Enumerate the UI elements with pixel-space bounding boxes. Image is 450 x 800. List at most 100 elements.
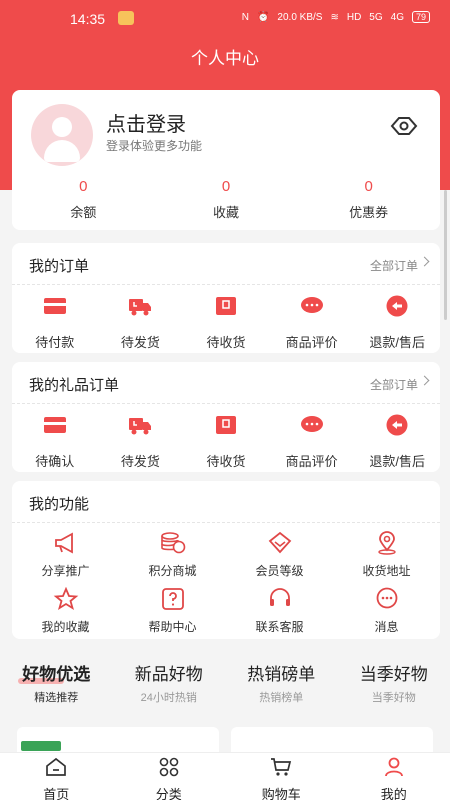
megaphone-icon: [54, 532, 73, 554]
tab-seasonal[interactable]: 当季好物 当季好物: [338, 660, 450, 710]
func-label: 积分商城: [148, 564, 197, 578]
nav-mine[interactable]: 我的: [338, 753, 450, 800]
func-messages[interactable]: 消息: [333, 587, 440, 635]
stat-value: 0: [221, 178, 231, 195]
gift-orders-header: 我的礼品订单 全部订单: [12, 362, 440, 404]
nav-home[interactable]: 首页: [0, 753, 113, 800]
gift-order-pending-shipment[interactable]: 待发货: [98, 414, 184, 470]
grid-icon: [159, 757, 179, 777]
coins-icon: [160, 532, 185, 554]
chat-bubble-icon: [300, 297, 323, 313]
order-pending-receipt[interactable]: 待收货: [183, 295, 269, 351]
stat-balance[interactable]: 0 余额: [12, 178, 155, 221]
page-title: 个人中心: [191, 49, 259, 68]
chat-bubble-icon: [300, 416, 323, 432]
gift-order-review[interactable]: 商品评价: [269, 414, 355, 470]
return-icon: [386, 414, 408, 436]
stat-label: 优惠券: [349, 205, 389, 220]
diamond-icon: [268, 531, 291, 554]
my-functions-card: 我的功能 分享推广 积分商城 会员等级 收货地址 我的收藏 帮助中心 联系客服 …: [12, 481, 440, 639]
functions-header: 我的功能: [12, 481, 440, 523]
stat-value: 0: [79, 178, 88, 195]
tab-title: 热销磅单: [247, 665, 316, 684]
order-pending-payment[interactable]: 待付款: [12, 295, 98, 351]
bottom-nav: 首页 分类 购物车 我的: [0, 752, 450, 800]
gift-order-pending-confirm[interactable]: 待确认: [12, 414, 98, 470]
all-gift-orders-link[interactable]: 全部订单: [370, 376, 418, 393]
tab-subtitle: 精选推荐: [34, 692, 79, 704]
signal-4g: 4G: [390, 11, 404, 23]
func-shipping-address[interactable]: 收货地址: [333, 531, 440, 579]
gift-order-refund[interactable]: 退款/售后: [354, 414, 440, 470]
user-icon: [384, 757, 403, 777]
order-refund[interactable]: 退款/售后: [354, 295, 440, 351]
func-points-mall[interactable]: 积分商城: [119, 531, 226, 579]
order-item-label: 待收货: [206, 335, 246, 350]
star-icon: [53, 586, 78, 610]
stat-favorites[interactable]: 0 收藏: [155, 178, 298, 221]
section-title: 我的订单: [29, 258, 90, 275]
scrollbar[interactable]: [444, 190, 447, 320]
wifi-icon: ≋: [330, 11, 339, 23]
tab-subtitle: 24小时热销: [140, 692, 197, 704]
func-share-promote[interactable]: 分享推广: [12, 531, 119, 579]
eye-icon[interactable]: [390, 116, 418, 136]
tab-title: 好物优选: [22, 665, 91, 684]
stat-label: 余额: [70, 205, 97, 220]
stat-label: 收藏: [213, 205, 240, 220]
battery-indicator: 79: [411, 11, 430, 23]
stat-coupons[interactable]: 0 优惠券: [297, 178, 440, 221]
app-notification-icon: [118, 11, 134, 25]
signal-5g: 5G: [369, 11, 383, 23]
order-item-label: 待发货: [120, 335, 160, 350]
package-icon: [215, 297, 236, 315]
order-review[interactable]: 商品评价: [269, 295, 355, 351]
tab-subtitle: 当季好物: [371, 692, 416, 704]
func-label: 会员等级: [255, 564, 304, 578]
stat-value: 0: [364, 178, 373, 195]
order-item-label: 商品评价: [285, 335, 338, 350]
func-label: 帮助中心: [148, 620, 197, 634]
card-icon: [43, 417, 66, 433]
order-item-label: 商品评价: [285, 454, 338, 469]
home-icon: [46, 757, 67, 776]
func-help-center[interactable]: 帮助中心: [119, 587, 226, 635]
tab-hot-ranking[interactable]: 热销磅单 热销榜单: [225, 660, 338, 710]
help-icon: [161, 588, 184, 610]
my-orders-card: 我的订单 全部订单 待付款 待发货 待收货 商品评价 退款/售后: [12, 243, 440, 353]
func-member-level[interactable]: 会员等级: [226, 531, 333, 579]
order-item-label: 待确认: [35, 454, 75, 469]
chevron-right-icon[interactable]: [419, 375, 430, 386]
location-pin-icon: [377, 531, 396, 555]
hd-badge: HD: [346, 11, 362, 23]
order-item-label: 待发货: [120, 454, 160, 469]
product-thumbnail: [21, 741, 61, 751]
nav-label: 分类: [155, 787, 182, 800]
alarm-icon: ⏰: [256, 11, 270, 23]
login-title[interactable]: 点击登录: [106, 108, 186, 137]
orders-header: 我的订单 全部订单: [12, 243, 440, 285]
order-pending-shipment[interactable]: 待发货: [98, 295, 184, 351]
gift-orders-card: 我的礼品订单 全部订单 待确认 待发货 待收货 商品评价 退款/售后: [12, 362, 440, 472]
nav-category[interactable]: 分类: [113, 753, 226, 800]
message-icon: [376, 587, 397, 609]
nav-cart[interactable]: 购物车: [225, 753, 338, 800]
all-orders-link[interactable]: 全部订单: [370, 257, 418, 274]
nav-label: 购物车: [261, 787, 301, 800]
return-icon: [386, 295, 408, 317]
tab-title: 新品好物: [134, 665, 203, 684]
tab-new-products[interactable]: 新品好物 24小时热销: [113, 660, 226, 710]
product-tabs: 好物优选 精选推荐 新品好物 24小时热销 热销磅单 热销榜单 当季好物 当季好…: [0, 660, 450, 710]
func-label: 收货地址: [362, 564, 411, 578]
chevron-right-icon[interactable]: [419, 256, 430, 267]
status-time: 14:35: [70, 11, 106, 27]
tab-featured[interactable]: 好物优选 精选推荐: [0, 660, 113, 710]
login-subtitle: 登录体验更多功能: [106, 139, 203, 153]
func-contact-service[interactable]: 联系客服: [226, 587, 333, 635]
order-item-label: 退款/售后: [369, 454, 425, 469]
card-icon: [43, 298, 66, 314]
func-my-favorites[interactable]: 我的收藏: [12, 586, 119, 635]
gift-order-pending-receipt[interactable]: 待收货: [183, 414, 269, 470]
section-title: 我的功能: [29, 496, 90, 513]
avatar[interactable]: [31, 104, 93, 166]
